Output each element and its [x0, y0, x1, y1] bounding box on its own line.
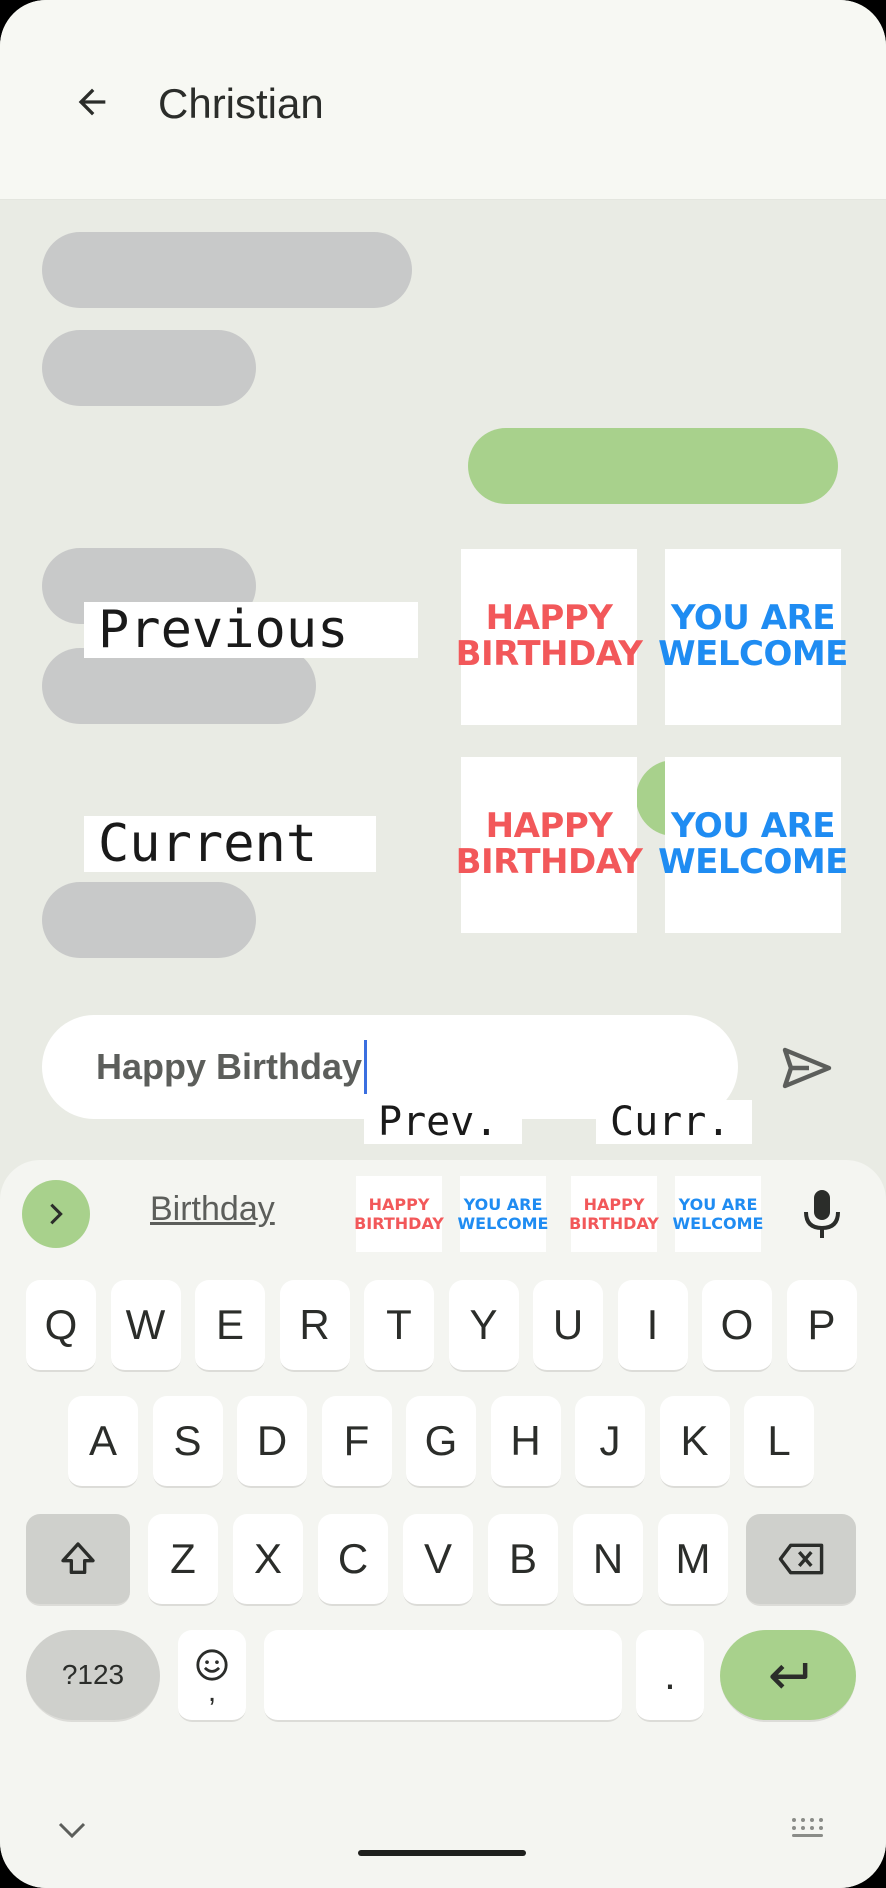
key-t[interactable]: T — [364, 1280, 434, 1372]
chevron-right-icon — [50, 1203, 63, 1225]
key-m[interactable]: M — [658, 1514, 728, 1606]
key-n[interactable]: N — [573, 1514, 643, 1606]
enter-icon — [770, 1663, 808, 1689]
shift-key[interactable] — [26, 1514, 130, 1606]
app-header: Christian — [0, 0, 886, 200]
expand-toolbar-button[interactable] — [22, 1180, 90, 1248]
suggested-sticker-happy-birthday-prev[interactable]: HAPPY BIRTHDAY — [354, 1176, 444, 1252]
home-indicator[interactable] — [358, 1850, 526, 1856]
incoming-message-bubble[interactable] — [42, 232, 412, 308]
suggestion-word[interactable]: Birthday — [150, 1190, 275, 1229]
period-key[interactable]: . — [636, 1630, 704, 1722]
hide-keyboard-chevron-down-icon[interactable] — [56, 1820, 88, 1840]
key-e[interactable]: E — [195, 1280, 265, 1372]
key-z[interactable]: Z — [148, 1514, 218, 1606]
back-button[interactable] — [60, 70, 124, 134]
key-h[interactable]: H — [490, 1396, 561, 1488]
suggested-sticker-you-are-welcome-prev[interactable]: YOU ARE WELCOME — [458, 1176, 548, 1252]
voice-input-button[interactable] — [800, 1186, 844, 1242]
outgoing-message-bubble[interactable] — [468, 428, 838, 504]
key-f[interactable]: F — [321, 1396, 392, 1488]
key-k[interactable]: K — [659, 1396, 730, 1488]
key-r[interactable]: R — [279, 1280, 350, 1372]
key-w[interactable]: W — [110, 1280, 181, 1372]
keyboard-nav-bar — [0, 1780, 886, 1888]
suggested-sticker-happy-birthday-curr[interactable]: HAPPY BIRTHDAY — [569, 1176, 659, 1252]
curr-short-label: Curr. — [596, 1100, 752, 1144]
key-u[interactable]: U — [533, 1280, 603, 1372]
emoji-comma-key[interactable]: , — [178, 1630, 246, 1722]
key-p[interactable]: P — [786, 1280, 857, 1372]
previous-label: Previous — [84, 602, 418, 658]
microphone-icon — [804, 1190, 840, 1238]
text-cursor — [364, 1040, 368, 1094]
message-input-text: Happy Birthday — [96, 1046, 363, 1087]
sticker-happy-birthday-current[interactable]: HAPPY BIRTHDAY — [456, 757, 643, 933]
suggested-sticker-you-are-welcome-curr[interactable]: YOU ARE WELCOME — [673, 1176, 763, 1252]
arrow-back-icon — [78, 88, 106, 116]
key-q[interactable]: Q — [26, 1280, 96, 1372]
key-g[interactable]: G — [406, 1396, 476, 1488]
backspace-key[interactable] — [746, 1514, 856, 1606]
incoming-message-bubble[interactable] — [42, 882, 256, 958]
key-a[interactable]: A — [68, 1396, 138, 1488]
key-d[interactable]: D — [237, 1396, 307, 1488]
symbols-key[interactable]: ?123 — [26, 1630, 160, 1722]
suggestion-strip: Birthday HAPPY BIRTHDAY YOU ARE WELCOME … — [0, 1160, 886, 1260]
key-y[interactable]: Y — [448, 1280, 519, 1372]
send-button[interactable] — [772, 1036, 842, 1100]
current-label: Current — [84, 816, 376, 872]
key-j[interactable]: J — [575, 1396, 645, 1488]
prev-short-label: Prev. — [364, 1100, 522, 1144]
key-s[interactable]: S — [152, 1396, 223, 1488]
incoming-message-bubble[interactable] — [42, 330, 256, 406]
shift-icon — [61, 1542, 95, 1574]
key-l[interactable]: L — [744, 1396, 814, 1488]
send-icon — [782, 1047, 832, 1089]
key-i[interactable]: I — [617, 1280, 688, 1372]
key-v[interactable]: V — [403, 1514, 473, 1606]
enter-key[interactable] — [720, 1630, 856, 1722]
key-o[interactable]: O — [702, 1280, 772, 1372]
keyboard: Birthday HAPPY BIRTHDAY YOU ARE WELCOME … — [0, 1160, 886, 1888]
key-c[interactable]: C — [318, 1514, 388, 1606]
sticker-you-are-welcome-previous[interactable]: YOU ARE WELCOME — [658, 549, 848, 725]
sticker-you-are-welcome-current[interactable]: YOU ARE WELCOME — [658, 757, 848, 933]
space-key[interactable] — [264, 1630, 622, 1722]
contact-name: Christian — [158, 80, 324, 127]
key-b[interactable]: B — [488, 1514, 558, 1606]
backspace-icon — [778, 1543, 824, 1575]
phone-screen: Christian Previous Current HAPPY BIRTHDA… — [0, 0, 886, 1888]
sticker-happy-birthday-previous[interactable]: HAPPY BIRTHDAY — [456, 549, 643, 725]
key-x[interactable]: X — [233, 1514, 303, 1606]
keyboard-switch-grid-icon[interactable] — [790, 1816, 826, 1840]
